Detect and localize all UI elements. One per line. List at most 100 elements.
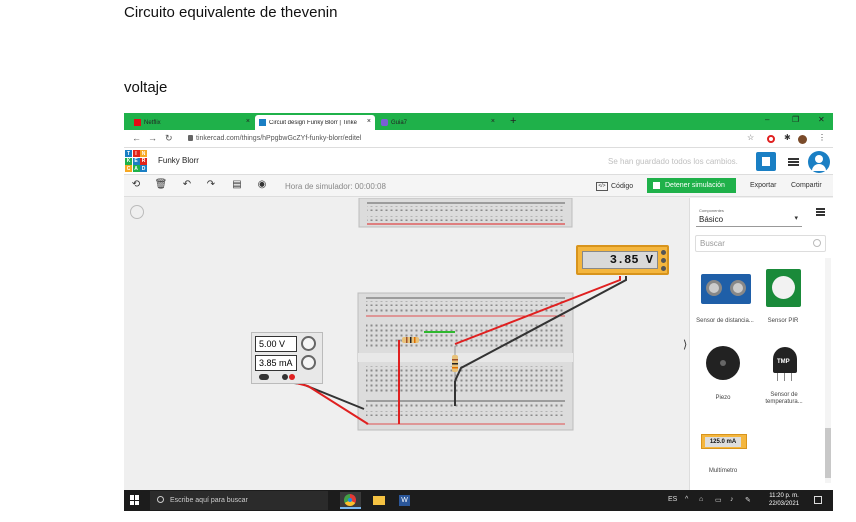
stop-simulation-button[interactable]: Detener simulación: [647, 178, 736, 193]
project-name[interactable]: Funky Blorr: [158, 156, 199, 165]
user-avatar[interactable]: [808, 151, 830, 173]
back-icon[interactable]: ←: [132, 133, 141, 143]
circuit-view-button[interactable]: [756, 152, 776, 171]
psu-voltage-display: 5.00 V: [255, 336, 297, 352]
forward-icon[interactable]: →: [148, 133, 157, 143]
netflix-icon: [134, 119, 141, 126]
code-button[interactable]: </> Código: [596, 179, 633, 193]
current-knob[interactable]: [301, 355, 316, 370]
search-placeholder: Buscar: [700, 239, 725, 248]
network-icon[interactable]: ⌂: [699, 496, 703, 503]
component-label: Sensor PIR: [767, 318, 799, 324]
multimeter-icon[interactable]: 125.0 mA: [701, 434, 747, 449]
component-label: Sensor de distancia...: [696, 318, 754, 324]
code-icon: </>: [596, 181, 608, 191]
menu-kebab-icon[interactable]: ⋮: [818, 133, 826, 142]
word-icon[interactable]: W: [394, 492, 415, 509]
panel-scroll-thumb[interactable]: [825, 428, 831, 478]
export-button[interactable]: Exportar: [750, 182, 776, 189]
negative-terminal[interactable]: [282, 374, 288, 380]
component-label: Multímetro: [708, 468, 738, 474]
tinkercad-logo[interactable]: TIN KER CAD: [125, 150, 147, 172]
visibility-icon[interactable]: ◉: [255, 179, 269, 190]
component-search-input[interactable]: Buscar: [695, 235, 826, 252]
wire-psu-black[interactable]: [285, 381, 365, 410]
component-category-select[interactable]: Componentes Básico ▾: [696, 205, 802, 227]
save-status: Se han guardado todos los cambios.: [608, 157, 738, 166]
undo-icon[interactable]: ↶: [180, 179, 194, 190]
app-header: TIN KER CAD Funky Blorr Se han guardado …: [124, 148, 833, 175]
pen-icon[interactable]: ✎: [745, 496, 751, 504]
restore-icon[interactable]: ❐: [792, 115, 799, 124]
power-switch[interactable]: [259, 374, 269, 380]
volume-icon[interactable]: ♪: [730, 496, 734, 503]
new-tab-button[interactable]: +: [510, 115, 516, 127]
breadboard-main[interactable]: [357, 292, 574, 431]
file-explorer-icon[interactable]: [368, 492, 389, 509]
breadboard-top[interactable]: [358, 198, 573, 228]
component-label: Piezo: [715, 395, 731, 401]
terminal-dot[interactable]: [661, 266, 666, 271]
reload-icon[interactable]: ↻: [165, 133, 173, 144]
multimeter[interactable]: 3.85 V: [576, 245, 669, 275]
positive-terminal[interactable]: [289, 374, 295, 380]
select-value: Básico: [699, 215, 724, 224]
search-icon: [157, 496, 164, 503]
extensions-icon[interactable]: ✱: [784, 133, 791, 142]
tinkercad-icon: [259, 119, 266, 126]
rotate-icon[interactable]: ⟲: [129, 179, 143, 190]
search-icon: [813, 239, 821, 247]
close-icon[interactable]: ×: [491, 118, 495, 125]
tray-chevron-icon[interactable]: ^: [685, 496, 688, 503]
close-icon[interactable]: ×: [367, 118, 371, 125]
tab-netflix[interactable]: Netflix ×: [130, 115, 254, 130]
simulator-time: Hora de simulador: 00:00:08: [285, 182, 386, 191]
circuit-canvas[interactable]: 3.85 V 5.00 V 3.85 mA: [124, 198, 689, 490]
screenshot: Netflix × Circuit design Funky Blorr | T…: [124, 113, 833, 511]
taskbar-clock[interactable]: 11:20 p. m. 22/03/2021: [769, 492, 799, 508]
notifications-icon[interactable]: [814, 496, 822, 504]
window-close-icon[interactable]: ✕: [818, 115, 825, 124]
tab-guia7[interactable]: Guia7 ×: [377, 115, 499, 130]
guia-icon: [381, 119, 388, 126]
notes-icon[interactable]: ▤: [230, 179, 244, 190]
taskbar-search-placeholder: Escribe aquí para buscar: [170, 497, 248, 504]
language-indicator[interactable]: ES: [668, 496, 677, 503]
tab-label: Guia7: [391, 119, 408, 126]
share-button[interactable]: Compartir: [791, 182, 822, 189]
chrome-icon[interactable]: [340, 492, 361, 509]
terminal-dot[interactable]: [661, 258, 666, 263]
close-icon[interactable]: ×: [246, 118, 250, 125]
profile-avatar-icon[interactable]: [798, 135, 807, 144]
clock-time: 11:20 p. m.: [769, 493, 799, 499]
component-list-button[interactable]: [784, 152, 804, 171]
taskbar-search-input[interactable]: Escribe aquí para buscar: [150, 491, 328, 510]
list-view-icon[interactable]: [816, 208, 825, 210]
tab-label: Circuit design Funky Blorr | Tinke: [269, 119, 357, 126]
psu-current-display: 3.85 mA: [255, 355, 297, 371]
minimize-icon[interactable]: –: [765, 115, 769, 124]
windows-start-icon[interactable]: [130, 495, 140, 505]
tab-label: Netflix: [144, 119, 161, 126]
terminal-dot[interactable]: [661, 250, 666, 255]
lock-icon: [188, 135, 193, 142]
wire-psu-red[interactable]: [291, 381, 369, 425]
tmp-label: TMP: [777, 359, 790, 365]
windows-taskbar: Escribe aquí para buscar W ES ^ ⌂ ▭ ♪ ✎ …: [124, 490, 833, 511]
voltage-knob[interactable]: [301, 336, 316, 351]
chevron-down-icon: ▾: [794, 215, 798, 222]
document-heading: Circuito equivalente de thevenin: [124, 4, 338, 21]
piezo-icon[interactable]: [706, 346, 740, 380]
battery-icon[interactable]: ▭: [715, 496, 722, 504]
bookmark-star-icon[interactable]: ☆: [747, 133, 754, 142]
power-supply[interactable]: 5.00 V 3.85 mA: [251, 332, 323, 384]
pir-sensor-icon[interactable]: [766, 269, 801, 307]
temperature-sensor-icon[interactable]: TMP: [773, 347, 797, 381]
tab-tinkercad[interactable]: Circuit design Funky Blorr | Tinke ×: [255, 115, 375, 130]
address-bar: ← → ↻ tinkercad.com/things/hPpgbwGcZYf-f…: [124, 130, 833, 148]
url-field[interactable]: tinkercad.com/things/hPpgbwGcZYf-funky-b…: [188, 135, 361, 142]
delete-icon[interactable]: 🗑: [154, 179, 168, 190]
opera-icon[interactable]: [767, 135, 775, 143]
ultrasonic-sensor-icon[interactable]: [701, 274, 751, 304]
redo-icon[interactable]: ↷: [204, 179, 218, 190]
